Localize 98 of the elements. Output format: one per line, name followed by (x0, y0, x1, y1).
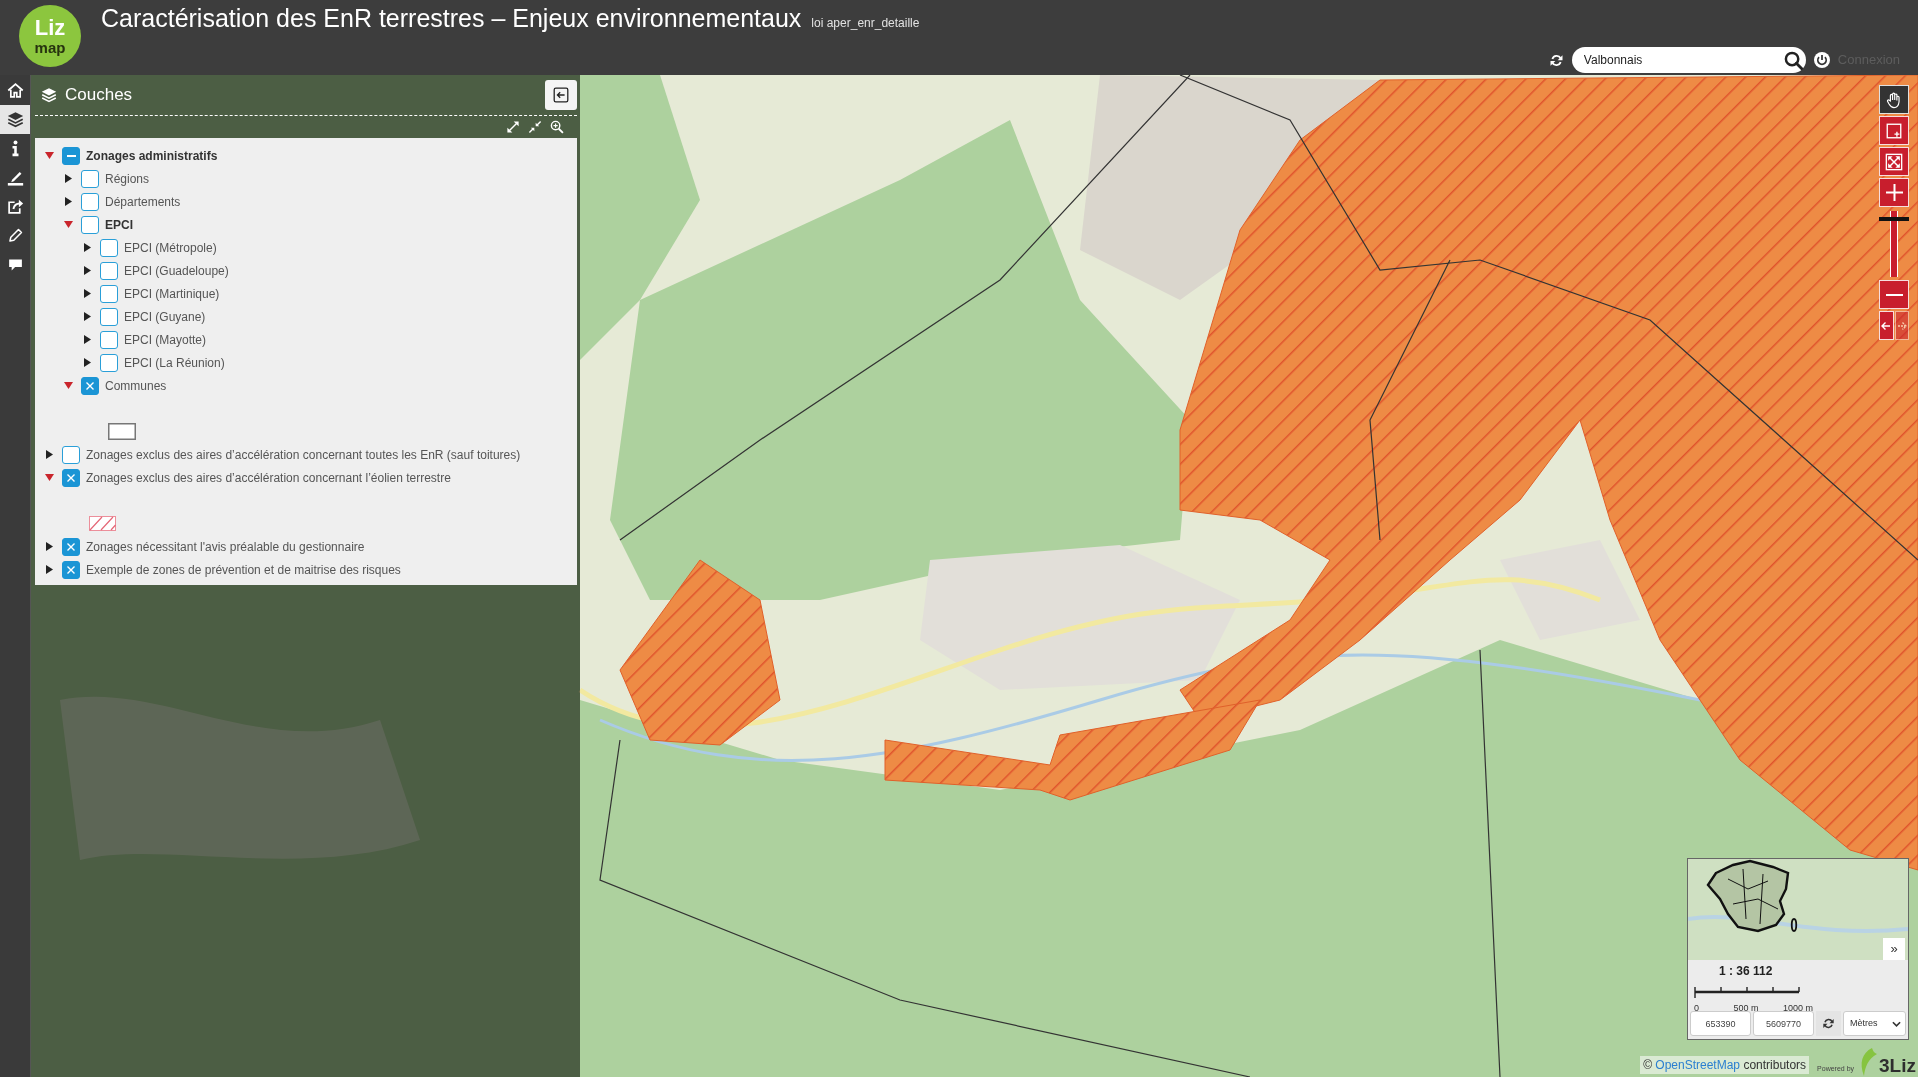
checkbox[interactable] (100, 353, 118, 372)
caret-down-icon[interactable] (45, 152, 54, 159)
x-mark-icon (67, 473, 75, 482)
full-extent-button[interactable] (1879, 147, 1909, 176)
layer-label[interactable]: Départements (105, 192, 181, 211)
x-coordinate-field[interactable]: 653390 (1690, 1011, 1751, 1036)
minus-icon (66, 154, 76, 157)
layer-label[interactable]: EPCI (La Réunion) (124, 353, 225, 372)
zoom-in-icon[interactable] (550, 120, 564, 134)
app-logo[interactable]: Liz map (19, 5, 81, 67)
unit-select[interactable]: Mètres (1843, 1011, 1906, 1036)
panel-title: Couches (65, 84, 133, 107)
layer-label[interactable]: Exemple de zones de prévention et de maitrise des risques (86, 560, 401, 579)
previous-view-button[interactable] (1879, 311, 1894, 340)
zoom-box-button[interactable] (1879, 116, 1909, 145)
layer-label[interactable]: EPCI (105, 215, 133, 234)
checkbox[interactable] (100, 261, 118, 280)
pan-button[interactable] (1879, 85, 1909, 114)
layer-label[interactable]: Communes (105, 376, 167, 395)
home-icon (6, 82, 24, 99)
scale-label: 500 m (1732, 1003, 1760, 1014)
expand-arrows-icon[interactable] (506, 120, 520, 134)
zoom-slider-track[interactable] (1879, 211, 1909, 277)
refresh-icon (1822, 1017, 1835, 1030)
layers-icon (6, 111, 24, 128)
plus-icon (1885, 184, 1903, 201)
checkbox[interactable] (62, 560, 80, 579)
checkbox[interactable] (81, 192, 99, 211)
caret-right-icon[interactable] (83, 335, 92, 344)
caret-right-icon[interactable] (83, 358, 92, 367)
pencil-icon (6, 227, 24, 244)
zoom-slider-handle[interactable] (1879, 217, 1909, 222)
layer-label[interactable]: Zonages nécessitant l'avis préalable du gestionnaire (86, 537, 365, 556)
minus-icon (1885, 293, 1903, 296)
caret-right-icon[interactable] (83, 243, 92, 252)
layer-label[interactable]: Zonages administratifs (86, 146, 218, 165)
checkbox[interactable] (81, 376, 99, 395)
checkbox[interactable] (62, 468, 80, 487)
checkbox[interactable] (81, 169, 99, 188)
hand-icon (1885, 90, 1903, 109)
layer-label[interactable]: Zonages exclus des aires d’accélération concernant toutes les EnR (sauf toitures) (86, 445, 521, 464)
caret-right-icon[interactable] (64, 174, 73, 183)
checkbox[interactable] (100, 284, 118, 303)
arrow-left-icon (1881, 319, 1892, 332)
caret-right-icon[interactable] (45, 450, 54, 459)
project-subtitle: loi aper_enr_detaille (811, 15, 920, 32)
expand-overview-button[interactable]: » (1883, 938, 1905, 960)
caret-down-icon[interactable] (64, 221, 73, 228)
layer-label[interactable]: EPCI (Mayotte) (124, 330, 207, 349)
checkbox[interactable] (62, 537, 80, 556)
caret-right-icon[interactable] (83, 289, 92, 298)
zoom-out-button[interactable] (1879, 280, 1909, 309)
layer-label[interactable]: EPCI (Martinique) (124, 284, 220, 303)
x-mark-icon (86, 381, 94, 390)
checkbox[interactable] (100, 238, 118, 257)
checkbox[interactable] (100, 330, 118, 349)
refresh-icon[interactable] (1548, 52, 1564, 68)
refresh-coordinates-button[interactable] (1816, 1011, 1841, 1036)
collapse-panel-button[interactable] (545, 80, 577, 110)
layer-label[interactable]: EPCI (Guadeloupe) (124, 261, 229, 280)
caret-right-icon[interactable] (64, 197, 73, 206)
app-title: Caractérisation des EnR terrestres – Enjeux environnementaux (101, 3, 802, 34)
collapse-arrows-icon[interactable] (528, 120, 542, 134)
x-mark-icon (67, 565, 75, 574)
caret-right-icon[interactable] (45, 542, 54, 551)
checkbox[interactable] (62, 445, 80, 464)
checkbox[interactable] (100, 307, 118, 326)
y-coordinate-field[interactable]: 5609770 (1753, 1011, 1814, 1036)
caret-right-icon[interactable] (83, 312, 92, 321)
caret-down-icon[interactable] (45, 474, 54, 481)
share-icon (6, 198, 24, 215)
layer-label[interactable]: EPCI (Métropole) (124, 238, 217, 257)
speech-bubble-icon (6, 256, 24, 273)
scale-label: 1000 m (1782, 1003, 1814, 1014)
layer-label[interactable]: Zonages exclus des aires d’accélération concernant l’éolien terrestre (86, 468, 451, 487)
layer-label[interactable]: Régions (105, 169, 150, 188)
attribution-text: © OpenStreetMap contributors (1640, 1056, 1810, 1074)
brand-name: 3Liz (1879, 1055, 1916, 1077)
square-plus-icon (1885, 121, 1903, 140)
scale-label: 0 (1694, 1003, 1700, 1014)
ruler-pencil-icon (6, 169, 24, 186)
search-icon[interactable] (1783, 50, 1803, 70)
layers-icon (41, 87, 57, 103)
map-scale: 1 : 36 112 (1719, 964, 1774, 979)
checkbox[interactable] (81, 215, 99, 234)
zoom-in-button[interactable] (1879, 178, 1909, 207)
caret-down-icon[interactable] (64, 382, 73, 389)
chevron-down-icon (1892, 1020, 1901, 1027)
expand-box-icon (1885, 152, 1903, 171)
box-arrow-left-icon (553, 87, 569, 103)
caret-right-icon[interactable] (45, 565, 54, 574)
caret-right-icon[interactable] (83, 266, 92, 275)
x-mark-icon (67, 542, 75, 551)
power-icon[interactable] (1813, 52, 1830, 68)
layer-label[interactable]: EPCI (Guyane) (124, 307, 206, 326)
checkbox[interactable] (62, 146, 80, 165)
search-field[interactable]: Valbonnais (1571, 47, 1806, 73)
sidebar-tab[interactable] (0, 105, 30, 134)
